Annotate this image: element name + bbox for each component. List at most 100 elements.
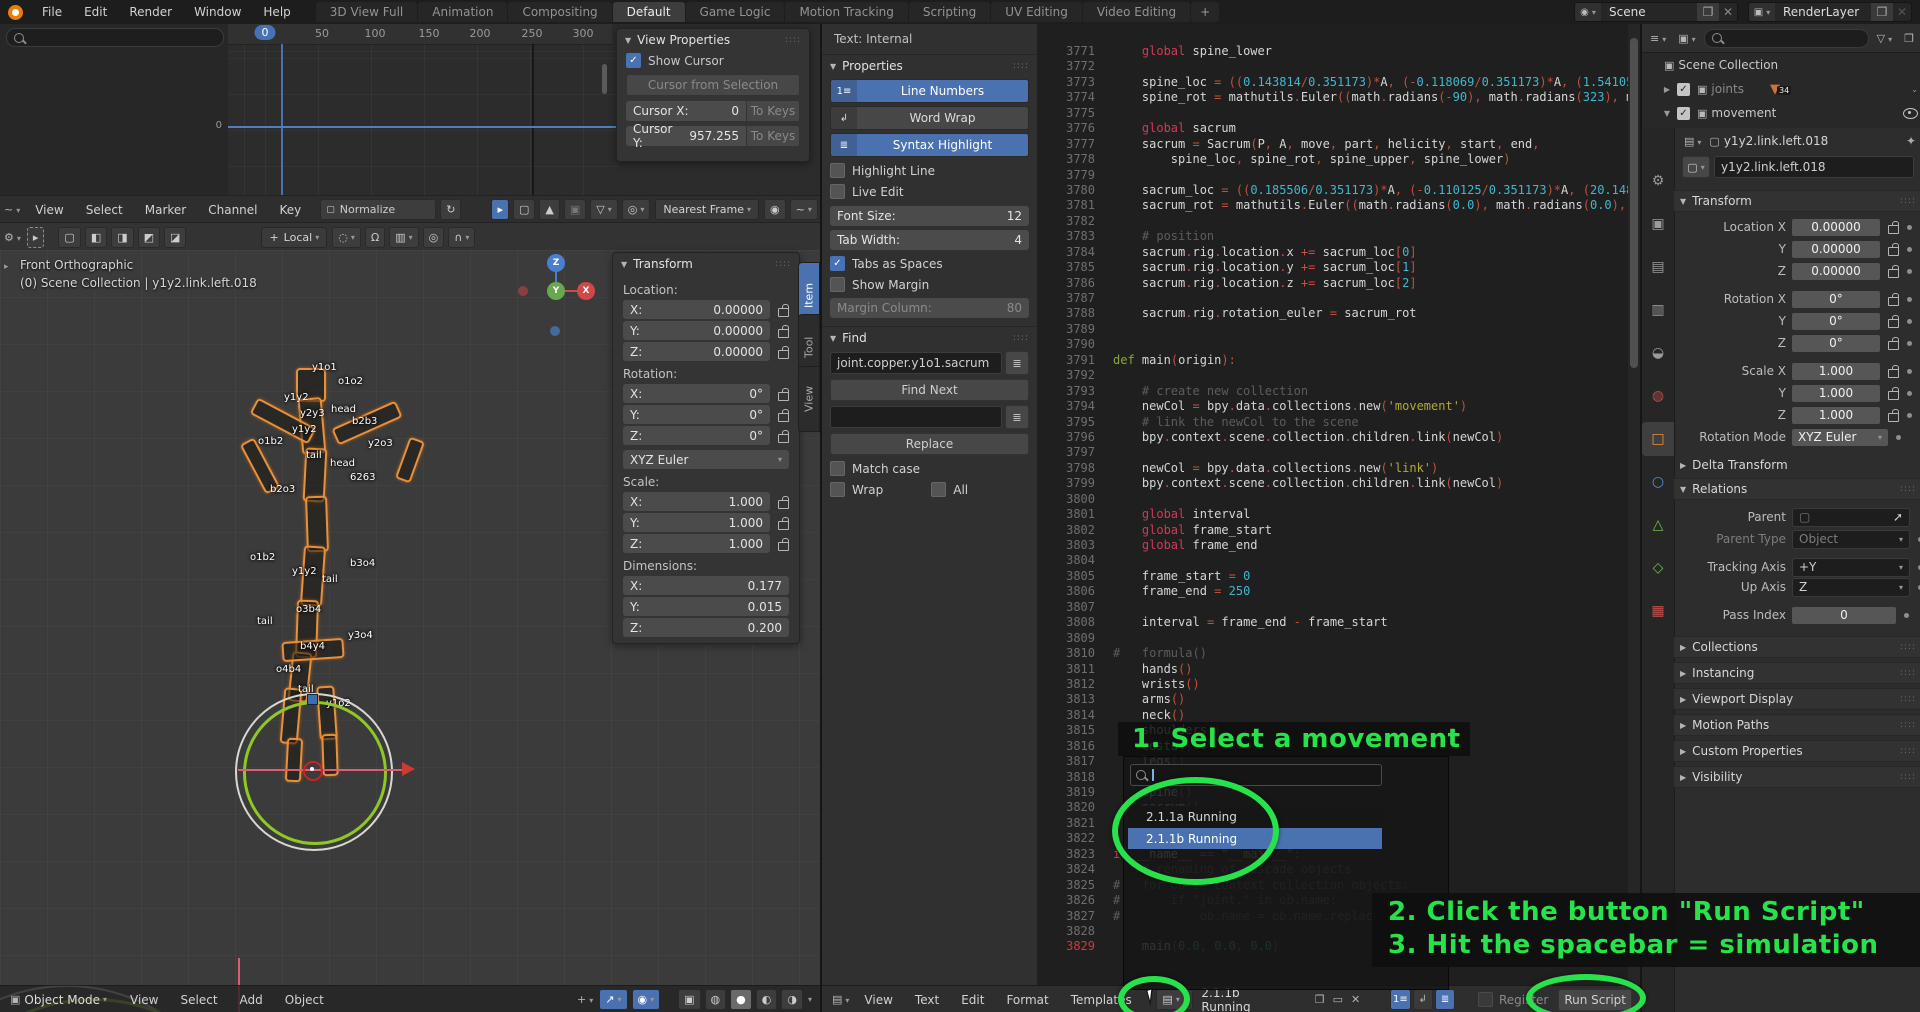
code-line[interactable]: 3807	[1037, 600, 1630, 615]
menu-channel[interactable]: Channel	[197, 203, 268, 217]
ruler-tick-0[interactable]: 0	[255, 25, 276, 40]
animate-dot-icon[interactable]	[1907, 319, 1912, 324]
lock-icon[interactable]	[778, 500, 789, 509]
snap-toggle-icon[interactable]: ↗▾	[599, 989, 627, 1010]
code-line[interactable]: 3806 frame_end = 250	[1037, 584, 1630, 599]
toolbar-expand-icon[interactable]: ▸	[4, 262, 14, 278]
gizmo-z-axis[interactable]: Z	[547, 254, 565, 272]
proportional-edit-icon[interactable]: ◎	[423, 227, 445, 248]
collection-name[interactable]: joints	[1711, 82, 1744, 96]
new-text-icon[interactable]: ❐	[1311, 993, 1329, 1006]
view-properties-header[interactable]: ▼ View Properties ::::	[617, 29, 809, 51]
animate-dot-icon[interactable]	[1907, 413, 1912, 418]
menu-edit[interactable]: Edit	[73, 5, 118, 19]
active-tool-icon[interactable]: ⚙▾	[0, 231, 25, 244]
footer-line-numbers-icon[interactable]: 1≡	[1390, 989, 1410, 1010]
eye-icon[interactable]	[1903, 108, 1918, 119]
tabs-as-spaces-checkbox[interactable]: ✓	[830, 256, 845, 271]
falloff-curve-icon[interactable]: ~▾	[790, 199, 818, 220]
euler-mode-dropdown[interactable]: XYZ Euler▾	[623, 450, 789, 469]
section-custom-properties[interactable]: ▶Custom Properties::::	[1674, 740, 1920, 762]
drag-grip-icon[interactable]: ::::	[1900, 642, 1916, 652]
code-line[interactable]: 3793 # create new collection	[1037, 384, 1630, 399]
prop-value-field[interactable]: 0.00000	[1792, 219, 1880, 236]
new-renderlayer-icon[interactable]: ❐	[1871, 3, 1893, 21]
wrap-checkbox[interactable]	[830, 482, 845, 497]
code-line[interactable]: 3798 newCol = bpy.data.collections.new('…	[1037, 461, 1630, 476]
mode-dropdown[interactable]: Object Mode	[24, 993, 100, 1007]
gizmo-toggle-icon[interactable]: +▾	[573, 993, 597, 1006]
font-size-field[interactable]: Font Size:12	[830, 206, 1029, 226]
section-motion-paths[interactable]: ▶Motion Paths::::	[1674, 714, 1920, 736]
lock-icon[interactable]	[1888, 269, 1899, 278]
display-mode-icon[interactable]: ≡▾	[1646, 32, 1670, 45]
properties-tab-scene-icon[interactable]: ◒	[1642, 336, 1674, 370]
animate-dot-icon[interactable]	[1907, 269, 1912, 274]
section-collections[interactable]: ▶Collections::::	[1674, 636, 1920, 658]
lock-icon[interactable]	[778, 434, 789, 443]
gizmo-x-axis[interactable]: X	[577, 282, 595, 300]
code-line[interactable]: 3809	[1037, 631, 1630, 646]
menu-view[interactable]: View	[853, 993, 903, 1007]
menu-text[interactable]: Text	[904, 993, 950, 1007]
lock-icon[interactable]	[1888, 319, 1899, 328]
code-line[interactable]: 3811 hands()	[1037, 662, 1630, 677]
select-mode-subtract-icon[interactable]: ◨	[111, 227, 133, 248]
gizmo-x-neg[interactable]	[518, 286, 528, 296]
select-mode-invert-icon[interactable]: ◩	[138, 227, 160, 248]
code-line[interactable]: 3776 global sacrum	[1037, 121, 1630, 136]
close-scene-icon[interactable]: ✕	[1719, 5, 1737, 19]
filter-image-icon[interactable]: ▣▾	[1674, 32, 1699, 45]
code-line[interactable]: 3808 interval = frame_end - frame_start	[1037, 615, 1630, 630]
tracking-axis-dropdown[interactable]: +Y▾	[1792, 558, 1910, 577]
code-line[interactable]: 3774 spine_rot = mathutils.Euler((math.r…	[1037, 90, 1630, 105]
frame-snap-dropdown[interactable]: Nearest Frame▾	[655, 199, 759, 220]
menu-help[interactable]: Help	[252, 5, 301, 19]
register-checkbox[interactable]	[1478, 992, 1493, 1007]
pin-icon[interactable]: ✦	[1906, 134, 1916, 148]
delta-transform-header[interactable]: ▶Delta Transform	[1674, 454, 1920, 476]
code-line[interactable]: 3783 # position	[1037, 229, 1630, 244]
parent-field[interactable]: ▢➚	[1792, 508, 1910, 527]
code-line[interactable]: 3782	[1037, 214, 1630, 229]
pass-index-field[interactable]: 0	[1792, 607, 1896, 624]
code-line[interactable]: 3799 bpy.context.scene.collection.childr…	[1037, 476, 1630, 491]
outliner-row-joints[interactable]: ▶✓▣joints▼34⌄	[1642, 77, 1920, 101]
animate-dot-icon[interactable]	[1907, 369, 1912, 374]
code-line[interactable]: 3788 sacrum.rig.rotation_euler = sacrum_…	[1037, 306, 1630, 321]
highlight-line-checkbox[interactable]	[830, 163, 845, 178]
replace-button[interactable]: Replace	[830, 433, 1029, 455]
lock-icon[interactable]	[778, 308, 789, 317]
properties-tab-bone-icon[interactable]: ◇	[1642, 551, 1674, 585]
code-scrollbar[interactable]	[1628, 24, 1640, 985]
box-select-icon[interactable]: ▢	[513, 199, 535, 220]
drag-grip-icon[interactable]: ::::	[1900, 720, 1916, 730]
animate-dot-icon[interactable]	[1907, 247, 1912, 252]
code-line[interactable]: 3778 spine_loc, spine_rot, spine_upper, …	[1037, 152, 1630, 167]
breadcrumb-editor-icon[interactable]: ▤▾	[1680, 135, 1705, 148]
mode-icon[interactable]: ▣	[6, 993, 24, 1006]
menu-object[interactable]: Object	[274, 993, 335, 1007]
snap-target-icon[interactable]: ▥▾	[389, 227, 418, 248]
code-line[interactable]: 3803 global frame_end	[1037, 538, 1630, 553]
graph-scrollbar[interactable]	[602, 64, 607, 94]
select-mode-intersect-icon[interactable]: ◪	[164, 227, 186, 248]
scrollbar-thumb[interactable]	[1630, 38, 1638, 368]
menu-file[interactable]: File	[31, 5, 73, 19]
show-cursor-checkbox[interactable]: ✓	[626, 53, 641, 68]
orientation-dropdown[interactable]: +Local▾	[261, 227, 327, 248]
animate-dot-icon[interactable]	[1907, 391, 1912, 396]
properties-panel-header[interactable]: ▼Properties::::	[822, 54, 1037, 77]
lock-icon[interactable]	[778, 329, 789, 338]
workspace-tab-scripting[interactable]: Scripting	[909, 2, 990, 22]
menu-view[interactable]: View	[119, 993, 169, 1007]
editor-type-icon[interactable]: ~▾	[0, 203, 24, 216]
code-line[interactable]: 3814 neck()	[1037, 708, 1630, 723]
find-input[interactable]: joint.copper.y1o1.sacrum	[830, 352, 1002, 374]
collection-checkbox[interactable]: ✓	[1677, 83, 1690, 96]
new-scene-icon[interactable]: ❐	[1697, 3, 1719, 21]
code-line[interactable]: 3779	[1037, 168, 1630, 183]
menu-format[interactable]: Format	[995, 993, 1059, 1007]
code-line[interactable]: 3773 spine_loc = ((0.143814/0.351173)*A,…	[1037, 75, 1630, 90]
word-wrap-toggle[interactable]: ↲Word Wrap	[830, 106, 1029, 130]
